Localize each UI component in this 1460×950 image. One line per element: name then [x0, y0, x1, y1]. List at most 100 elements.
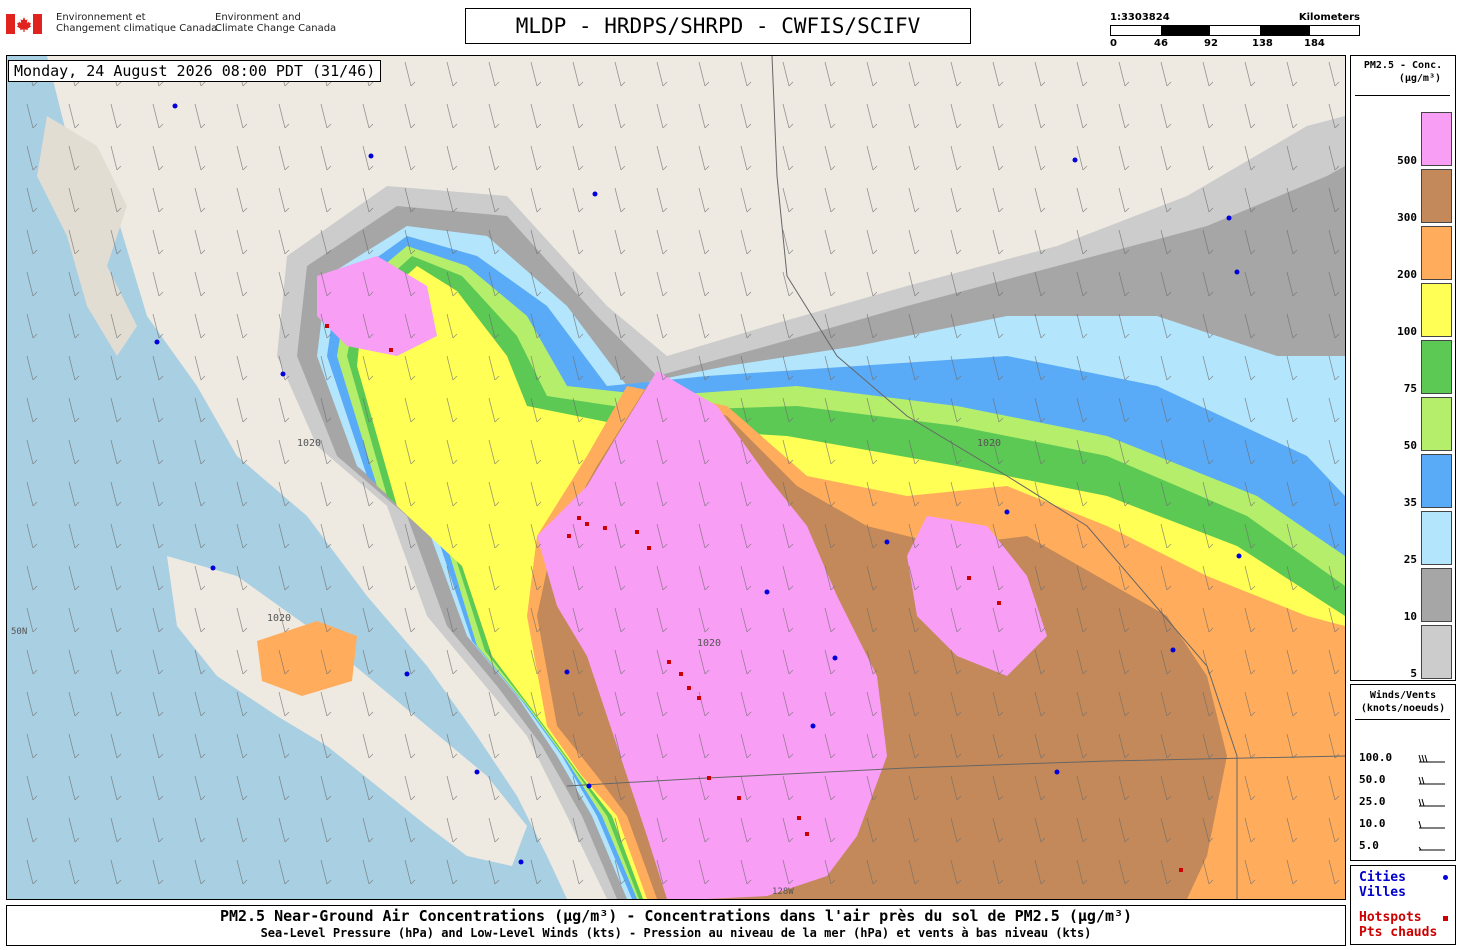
isobar-label: 1020 [697, 638, 721, 649]
hotspot-marker [389, 348, 393, 352]
pm25-legend-unit: (μg/m³) [1398, 73, 1441, 84]
city-marker [1234, 269, 1240, 275]
latitude-label: 50N [11, 627, 27, 637]
pm25-legend-value: 5 [1410, 667, 1417, 680]
city-marker [368, 153, 374, 159]
canada-flag-icon [6, 14, 42, 34]
hotspot-marker [585, 522, 589, 526]
hotspot-marker [325, 324, 329, 328]
pm25-legend-swatch [1421, 226, 1452, 280]
wind-barb-icon [1418, 776, 1445, 785]
valid-time-text: Monday, 24 August 2026 08:00 PDT (31/46) [14, 62, 376, 80]
wind-barb-icon [1418, 846, 1445, 851]
hotspot-marker [737, 796, 741, 800]
pm25-legend-swatch [1421, 625, 1452, 679]
city-marker [1072, 157, 1078, 163]
hotspot-square-icon [1443, 916, 1448, 921]
hotspot-marker [1179, 868, 1183, 872]
wind-legend-value: 5.0 [1359, 839, 1379, 852]
hotspot-marker [707, 776, 711, 780]
cities-hotspots-legend: Cities Villes Hotspots Pts chauds [1350, 865, 1456, 945]
city-marker [1226, 215, 1232, 221]
longitude-label: 128W [772, 887, 794, 897]
header: Environnement et Changement climatique C… [0, 0, 1460, 52]
hotspot-marker [687, 686, 691, 690]
pm25-legend-value: 25 [1403, 553, 1417, 566]
wind-legend-value: 50.0 [1359, 773, 1386, 786]
city-marker [474, 769, 480, 775]
cities-legend-label: Cities Villes [1359, 870, 1406, 900]
wind-legend-title: Winds/Vents [1369, 690, 1437, 701]
hotspot-marker [667, 660, 671, 664]
map-area[interactable]: 1020 1020 1020 1020 50N 128W [6, 55, 1346, 900]
hotspot-marker [697, 696, 701, 700]
city-marker [1054, 769, 1060, 775]
wind-legend-unit: (knots/noeuds) [1360, 703, 1446, 714]
pm25-legend-swatch [1421, 397, 1452, 451]
model-title-text: MLDP - HRDPS/SHRPD - CWFIS/SCIFV [515, 14, 921, 38]
scale-bar-graphic [1110, 25, 1360, 36]
pm25-legend-value: 50 [1403, 439, 1417, 452]
city-marker [518, 859, 524, 865]
city-marker [404, 671, 410, 677]
pm25-legend-swatch [1421, 169, 1452, 223]
city-marker [564, 669, 570, 675]
scale-ratio: 1:3303824 [1110, 12, 1170, 23]
hotspot-marker [603, 526, 607, 530]
hotspot-marker [997, 601, 1001, 605]
hotspot-marker [567, 534, 571, 538]
scale-bar: 1:3303824 Kilometers 0 46 92 138 184 [1108, 10, 1360, 52]
pm25-legend-value: 75 [1403, 382, 1417, 395]
valid-time-label: Monday, 24 August 2026 08:00 PDT (31/46) [8, 60, 382, 82]
city-marker [280, 371, 286, 377]
pm25-legend-value: 10 [1403, 610, 1417, 623]
wind-barb-icon [1418, 798, 1445, 807]
hotspot-marker [635, 530, 639, 534]
scale-tick: 46 [1154, 38, 1168, 49]
wind-legend-value: 10.0 [1359, 817, 1386, 830]
wind-legend-value: 100.0 [1359, 751, 1393, 764]
scale-tick: 184 [1304, 38, 1325, 49]
hotspot-marker [577, 516, 581, 520]
city-marker [592, 191, 598, 197]
city-marker [1236, 553, 1242, 559]
hotspot-marker [797, 816, 801, 820]
city-marker [832, 655, 838, 661]
agency-name-french: Environnement et Changement climatique C… [56, 12, 218, 34]
isobar-label: 1020 [297, 438, 321, 449]
city-marker [884, 539, 890, 545]
city-marker [210, 565, 216, 571]
pm25-legend: PM2.5 - Conc. (μg/m³) 500 300 200 100 75 50 35… [1350, 55, 1456, 681]
pm25-legend-value: 300 [1397, 211, 1417, 224]
scale-tick: 138 [1252, 38, 1273, 49]
pm25-legend-swatch [1421, 112, 1452, 166]
hotspot-marker [967, 576, 971, 580]
wind-legend-value: 25.0 [1359, 795, 1386, 808]
city-marker [154, 339, 160, 345]
wind-barb-icon [1418, 820, 1445, 829]
scale-unit: Kilometers [1298, 12, 1360, 23]
map-canvas[interactable]: 1020 1020 1020 1020 50N 128W [7, 56, 1345, 899]
wind-legend: Winds/Vents (knots/noeuds) 100.0 50.0 25.0… [1350, 684, 1456, 861]
pm25-legend-swatch [1421, 340, 1452, 394]
pm25-legend-swatch [1421, 454, 1452, 508]
pm25-legend-swatch [1421, 511, 1452, 565]
city-marker [172, 103, 178, 109]
pm25-legend-swatch [1421, 283, 1452, 337]
pm25-legend-swatch [1421, 568, 1452, 622]
city-marker [810, 723, 816, 729]
footer-caption: PM2.5 Near-Ground Air Concentrations (μg… [6, 905, 1346, 946]
pm25-legend-value: 100 [1397, 325, 1417, 338]
wind-barb-field [7, 56, 1345, 899]
city-marker [586, 783, 592, 789]
pm25-legend-value: 500 [1397, 154, 1417, 167]
hotspot-marker [647, 546, 651, 550]
city-marker [764, 589, 770, 595]
footer-title: PM2.5 Near-Ground Air Concentrations (μg… [219, 907, 1133, 925]
pm25-legend-value: 200 [1397, 268, 1417, 281]
scale-tick: 92 [1204, 38, 1218, 49]
legend-divider [1355, 95, 1450, 96]
isobar-label: 1020 [267, 613, 291, 624]
pm25-legend-title: PM2.5 - Conc. [1363, 60, 1443, 71]
pm25-legend-value: 35 [1403, 496, 1417, 509]
